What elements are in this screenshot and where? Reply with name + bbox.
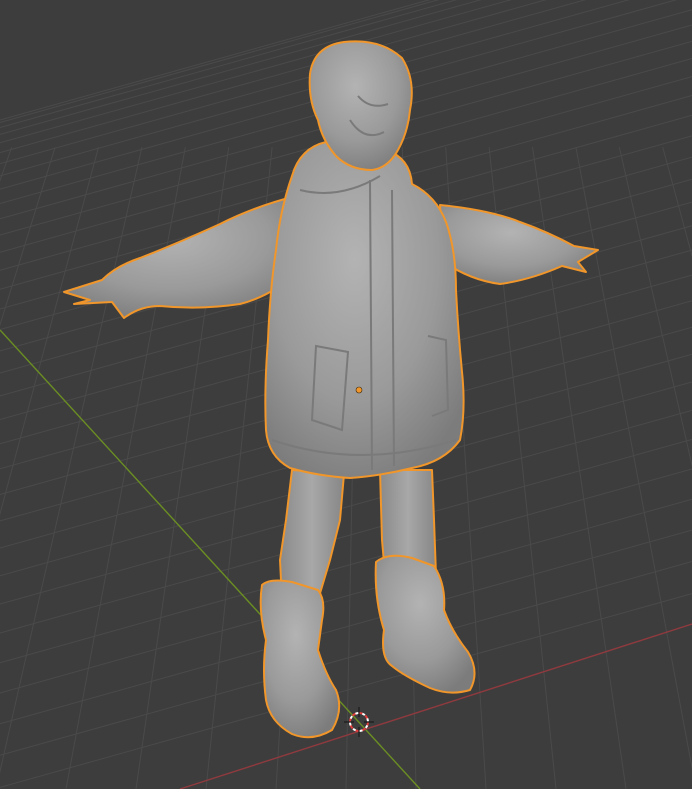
grid-line xyxy=(0,593,692,788)
grid-line xyxy=(0,561,692,756)
left-arm xyxy=(63,195,301,319)
grid-line xyxy=(0,147,143,774)
grid-line xyxy=(575,147,692,771)
grid-line xyxy=(0,147,56,327)
viewport-canvas[interactable] xyxy=(0,0,692,789)
left-boot xyxy=(259,579,341,739)
left-leg xyxy=(279,469,345,601)
right-arm xyxy=(439,204,599,285)
grid-line xyxy=(662,147,692,258)
jacket xyxy=(264,141,465,479)
3d-viewport[interactable] xyxy=(0,0,692,789)
character-mesh[interactable] xyxy=(63,40,599,739)
object-origin-icon[interactable] xyxy=(355,386,363,394)
grid-line xyxy=(0,529,692,725)
grid-line xyxy=(0,468,692,664)
right-boot xyxy=(374,554,476,694)
grid-line xyxy=(0,498,692,694)
